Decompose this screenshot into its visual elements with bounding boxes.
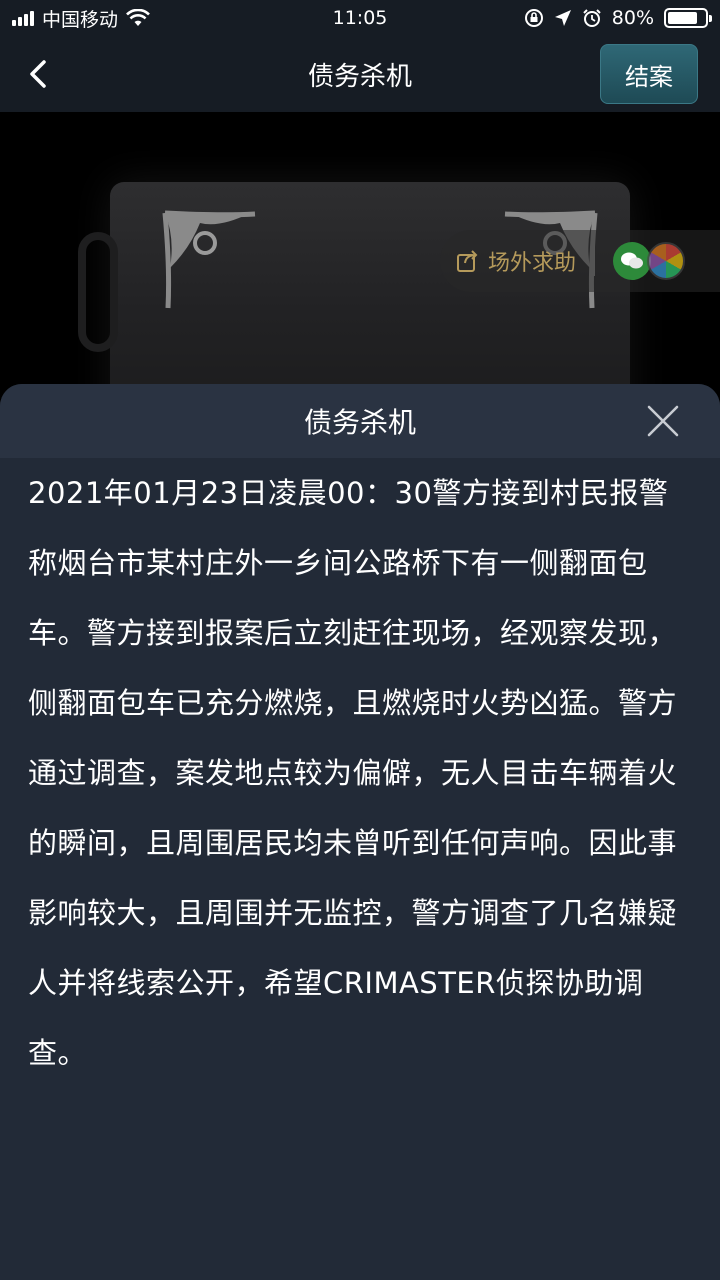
location-icon (554, 10, 571, 26)
chevron-left-icon (30, 60, 46, 88)
status-right: 80% (524, 7, 712, 29)
sheet-title: 债务杀机 (303, 406, 416, 439)
wechat-icon[interactable] (613, 242, 652, 280)
close-case-button[interactable]: 结案 (600, 44, 698, 104)
back-button[interactable] (18, 54, 58, 94)
ornament-left-icon (162, 210, 256, 309)
battery-percent: 80% (611, 7, 654, 29)
sheet-close-button[interactable] (640, 398, 686, 444)
case-info-sheet: 债务杀机 2021年01月23日凌晨00：30警方接到村民报警称烟台市某村庄外一… (0, 384, 720, 1280)
signal-icon (12, 10, 34, 26)
divider (594, 246, 596, 276)
outside-help-label: 场外求助 (488, 251, 577, 276)
wifi-icon (126, 9, 150, 26)
close-icon (647, 405, 679, 437)
alarm-icon (583, 9, 601, 27)
rotation-lock-icon (524, 9, 543, 27)
carrier-label: 中国移动 (42, 8, 119, 31)
battery-fill (668, 12, 697, 24)
moments-icon[interactable] (647, 242, 686, 280)
case-description: 2021年01月23日凌晨00：30警方接到村民报警称烟台市某村庄外一乡间公路桥… (28, 476, 678, 1070)
box-handle (78, 232, 118, 352)
share-icon (457, 250, 478, 272)
battery-icon (664, 8, 712, 28)
outside-help-button[interactable]: 场外求助 (440, 230, 720, 292)
status-bar: 中国移动 11:05 80% (0, 0, 720, 36)
case-scene-image: 场外求助 (0, 112, 720, 392)
sheet-header: 债务杀机 (0, 384, 720, 458)
nav-bar: 债务杀机 结案 (0, 36, 720, 112)
status-left: 中国移动 (12, 5, 150, 32)
